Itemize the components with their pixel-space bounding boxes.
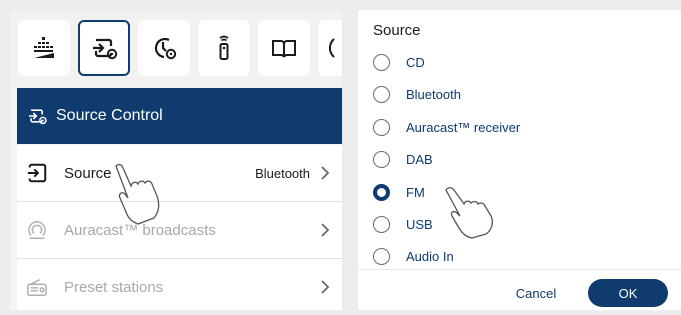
source-option-cd[interactable]: CD (373, 49, 673, 75)
timer-settings-tab[interactable] (138, 20, 190, 76)
book-icon (272, 40, 296, 58)
source-row[interactable]: Source Bluetooth (17, 145, 342, 201)
radio-button-selected[interactable] (373, 183, 390, 201)
remote-control-tab[interactable] (198, 20, 250, 76)
source-option-audio-in[interactable]: Audio In (373, 243, 673, 269)
manual-tab[interactable] (258, 20, 310, 76)
cancel-button[interactable]: Cancel (506, 280, 566, 306)
auracast-row-label: Auracast™ broadcasts (64, 221, 216, 239)
source-dialog: Source CD Bluetooth Auracast™ receiver D… (358, 10, 681, 310)
preset-stations-row[interactable]: Preset stations (17, 259, 342, 310)
source-settings-tab[interactable] (78, 20, 130, 76)
source-option-auracast[interactable]: Auracast™ receiver (373, 114, 673, 140)
radio-button[interactable] (373, 85, 390, 103)
source-option-dab[interactable]: DAB (373, 146, 673, 172)
radio-button[interactable] (373, 150, 390, 168)
dialog-divider (358, 269, 681, 270)
section-title: Source Control (56, 107, 163, 124)
radio-button[interactable] (373, 118, 390, 136)
preset-row-label: Preset stations (64, 278, 164, 296)
source-icon (27, 163, 47, 183)
timer-settings-icon (154, 37, 177, 60)
option-label: Bluetooth (406, 86, 461, 102)
source-option-usb[interactable]: USB (373, 211, 673, 237)
category-toolbar (10, 10, 342, 88)
source-option-bluetooth[interactable]: Bluetooth (373, 81, 673, 107)
chevron-right-icon (321, 223, 330, 237)
option-label: USB (406, 216, 433, 232)
auracast-broadcasts-row[interactable]: Auracast™ broadcasts (17, 202, 342, 258)
chevron-right-icon (321, 166, 330, 180)
ok-button[interactable]: OK (588, 279, 668, 307)
source-settings-icon (28, 109, 47, 125)
radio-button[interactable] (373, 53, 390, 71)
radio-button[interactable] (373, 247, 390, 265)
more-tab[interactable] (318, 20, 342, 76)
option-label: Auracast™ receiver (406, 119, 521, 135)
radio-button[interactable] (373, 215, 390, 233)
option-label: Audio In (406, 248, 454, 264)
chevron-right-icon (321, 280, 330, 294)
option-label: CD (406, 54, 425, 70)
option-label: DAB (406, 151, 433, 167)
source-row-label: Source (64, 164, 112, 182)
remote-control-icon (219, 35, 229, 60)
equalizer-tab[interactable] (18, 20, 70, 76)
source-control-panel: Source Control Source Bluetooth Auracast… (10, 10, 342, 310)
dialog-title: Source (373, 22, 421, 39)
option-label: FM (406, 184, 425, 200)
source-row-value: Bluetooth (255, 165, 310, 181)
auracast-icon (28, 221, 46, 239)
equalizer-icon (34, 37, 54, 58)
section-header: Source Control (17, 88, 342, 144)
source-settings-icon (93, 38, 118, 60)
source-option-fm[interactable]: FM (373, 179, 673, 205)
partial-icon (328, 38, 335, 58)
radio-icon (27, 279, 47, 296)
